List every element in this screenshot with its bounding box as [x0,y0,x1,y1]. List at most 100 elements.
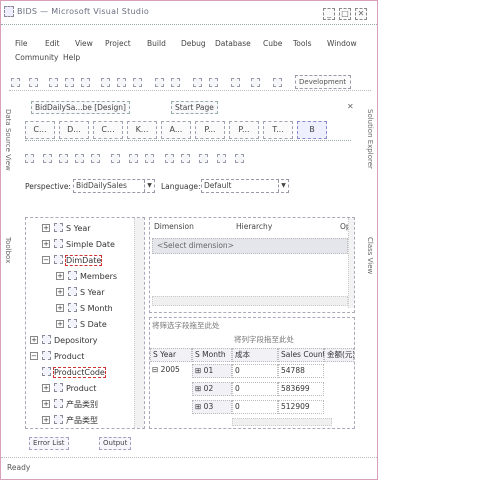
row-header-month[interactable]: S Month [192,348,232,362]
collapse-icon[interactable]: − [30,352,38,360]
menu-tools[interactable]: Tools [293,39,311,48]
expand-icon[interactable]: + [30,336,38,344]
menu-debug[interactable]: Debug [181,39,206,48]
language-select[interactable]: Default ▼ [201,179,289,193]
maximize-button[interactable]: □ [339,8,351,20]
filter-icon[interactable] [91,154,100,163]
auto-execute-icon[interactable] [129,154,138,163]
data-source-view-tab[interactable]: Data Source View [4,109,12,171]
expand-icon[interactable]: ⊞ [195,402,204,411]
pivot-horizontal-scrollbar[interactable] [232,418,332,426]
tab-output[interactable]: Output [99,437,132,450]
tab-partitions[interactable]: P... [195,121,225,139]
tree-node[interactable]: + Members [56,270,117,283]
copy-icon[interactable] [117,78,126,87]
cut-icon[interactable] [101,78,110,87]
save-icon[interactable] [65,78,74,87]
tree-node[interactable]: + 产品类别 [42,398,98,411]
expand-icon[interactable] [165,154,174,163]
tab-cube-designer[interactable]: BidDailySa...be [Design] [31,101,130,114]
refresh-icon[interactable] [235,154,244,163]
month-cell[interactable]: ⊞ 02 [192,382,232,396]
expand-icon[interactable]: + [42,384,50,392]
menu-community[interactable]: Community [15,53,58,62]
column-drop-zone[interactable]: 将列字段拖至此处 [234,334,294,345]
paste-icon[interactable] [133,78,142,87]
find-in-files-icon[interactable] [273,78,282,87]
column-header-sales-count[interactable]: Sales Count [278,348,326,362]
filter-drop-zone[interactable]: 将筛选字段拖至此处 [152,320,220,331]
tree-node[interactable]: + S Year [56,286,105,299]
class-view-tab[interactable]: Class View [366,237,374,274]
tree-node[interactable]: + S Year [42,222,91,235]
tree-node[interactable]: − DimDate [42,254,103,267]
tab-error-list[interactable]: Error List [29,437,69,450]
tab-start-page[interactable]: Start Page [171,101,218,114]
grid-horizontal-scrollbar[interactable] [152,296,348,306]
reconnect-icon[interactable] [43,154,52,163]
close-document-icon[interactable]: ✕ [347,102,354,111]
tab-calculations[interactable]: C... [93,121,123,139]
delete-icon[interactable] [145,154,154,163]
undo-icon[interactable] [155,78,164,87]
menu-database[interactable]: Database [215,39,251,48]
tree-node[interactable]: + 产品类型 [42,414,98,427]
show-empty-cells-icon[interactable] [111,154,120,163]
menu-view[interactable]: View [75,39,93,48]
tab-kpis[interactable]: K... [127,121,157,139]
close-button[interactable]: ✕ [355,8,367,20]
tree-scrollbar[interactable] [134,218,144,428]
collapse-icon[interactable]: − [42,256,50,264]
hide-details-icon[interactable] [217,154,226,163]
expand-icon[interactable]: + [42,224,50,232]
menu-window[interactable]: Window [327,39,357,48]
open-file-icon[interactable] [49,78,58,87]
expand-icon[interactable]: + [56,272,64,280]
menu-edit[interactable]: Edit [45,39,60,48]
toolbox-tab[interactable]: Toolbox [4,237,12,263]
perspective-select[interactable]: BidDailySales ▼ [73,179,155,193]
month-cell[interactable]: ⊞ 01 [192,364,232,378]
expand-icon[interactable]: ⊞ [195,384,204,393]
show-details-icon[interactable] [199,154,208,163]
row-header-year[interactable]: S Year [150,348,192,362]
expand-icon[interactable]: + [42,400,50,408]
tree-node[interactable]: + S Month [56,302,113,315]
tab-actions[interactable]: A... [161,121,191,139]
new-project-icon[interactable] [11,78,20,87]
expand-icon[interactable]: + [42,240,50,248]
change-user-icon[interactable] [59,154,68,163]
expand-icon[interactable]: ⊞ [195,366,204,375]
find-icon[interactable] [251,78,260,87]
collapse-icon[interactable] [181,154,190,163]
tab-browser[interactable]: B [297,121,327,139]
tab-perspectives[interactable]: P... [229,121,259,139]
expand-icon[interactable]: + [56,304,64,312]
navigate-back-icon[interactable] [193,78,202,87]
tree-node[interactable]: ProductCode [42,366,106,379]
redo-icon[interactable] [171,78,180,87]
tree-node[interactable]: − Product [30,350,84,363]
menu-file[interactable]: File [15,39,28,48]
tab-translations[interactable]: T... [263,121,293,139]
collapse-icon[interactable]: ⊟ [152,365,161,374]
tab-dimension-usage[interactable]: D... [59,121,89,139]
expand-icon[interactable]: + [56,320,64,328]
expand-icon[interactable]: + [42,416,50,424]
process-icon[interactable] [25,154,34,163]
navigate-forward-icon[interactable] [209,78,218,87]
tree-node[interactable]: + Simple Date [42,238,115,251]
month-cell[interactable]: ⊞ 03 [192,400,232,414]
start-debug-icon[interactable] [231,78,240,87]
tree-node[interactable]: + Product [42,382,96,395]
tree-node[interactable]: + S Date [56,318,107,331]
grid-vertical-scrollbar[interactable] [348,218,354,308]
column-header-amount[interactable]: 金额(元) [324,348,354,362]
add-item-icon[interactable] [29,78,38,87]
menu-help[interactable]: Help [63,53,80,62]
solution-explorer-tab[interactable]: Solution Explorer [366,109,374,169]
solution-configuration-select[interactable]: Development [295,75,351,89]
menu-project[interactable]: Project [105,39,131,48]
sort-icon[interactable] [75,154,84,163]
menu-build[interactable]: Build [147,39,166,48]
